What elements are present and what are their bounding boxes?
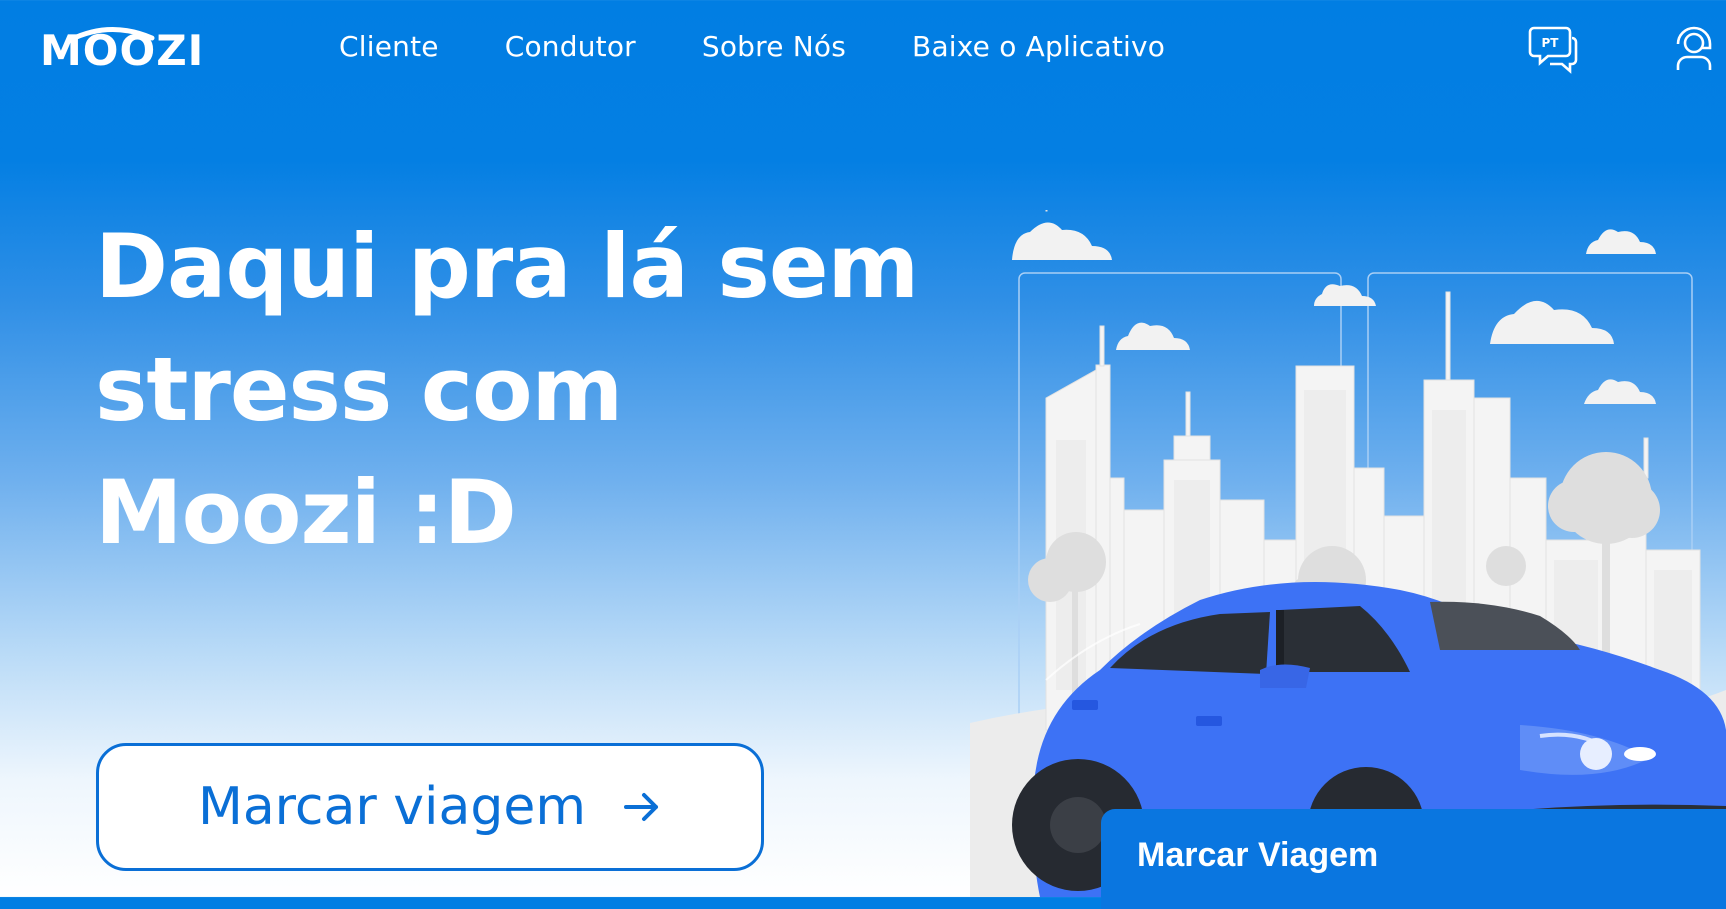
arrow-right-icon [624, 793, 659, 821]
hero-title-line-1: Daqui pra lá sem [95, 215, 919, 318]
moozi-logo[interactable]: MOOZI [40, 18, 220, 75]
city-car-illustration [960, 209, 1726, 897]
hero-title-line-2: stress com [95, 338, 623, 441]
nav-link-cliente[interactable]: Cliente [339, 30, 439, 63]
nav-link-baixe-aplicativo[interactable]: Baixe o Aplicativo [912, 30, 1165, 63]
nav-link-sobre-nos[interactable]: Sobre Nós [702, 30, 846, 63]
nav-link-condutor[interactable]: Condutor [505, 30, 636, 63]
logo-text: MOOZI [40, 26, 205, 75]
top-navigation: MOOZI Cliente Condutor Sobre Nós Baixe o… [0, 0, 1726, 100]
hero-title: Daqui pra lá sem stress com Moozi :D [95, 215, 995, 584]
main-nav: Cliente Condutor Sobre Nós Baixe o Aplic… [339, 30, 1231, 63]
hero-title-line-3: Moozi :D [95, 461, 517, 564]
user-account-icon[interactable] [1668, 22, 1720, 74]
book-trip-button[interactable]: Marcar viagem [96, 743, 764, 871]
language-chat-icon[interactable]: PT [1528, 22, 1580, 74]
book-trip-label: Marcar viagem [197, 777, 587, 837]
floating-book-trip-panel[interactable]: Marcar Viagem [1101, 809, 1726, 909]
language-badge: PT [1542, 36, 1560, 50]
floating-book-trip-label: Marcar Viagem [1137, 836, 1379, 874]
